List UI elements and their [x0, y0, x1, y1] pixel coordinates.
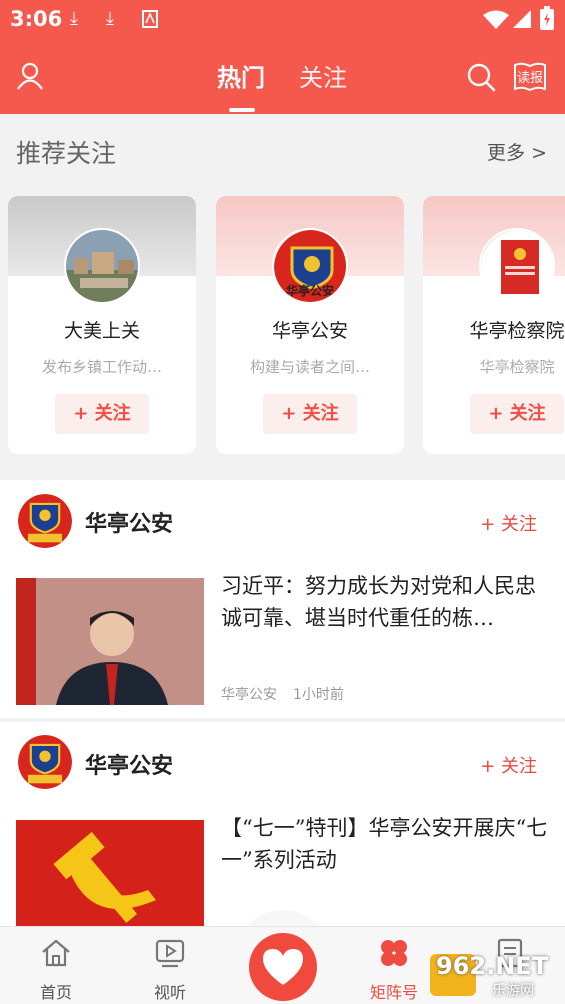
- news-title[interactable]: 【“七一”特刊】华亭公安开展庆“七一”系列活动: [221, 812, 556, 876]
- feed-item[interactable]: 华亭公安 + 关注 【“七一”特刊】华亭公安开展庆“七一”系列活动: [0, 722, 565, 926]
- status-bar: 3:06 ⤓ ⤓: [0, 0, 565, 40]
- download-icon: ⤓: [106, 8, 114, 29]
- search-icon[interactable]: [466, 62, 496, 92]
- clover-icon: [381, 940, 407, 966]
- top-bar: 3:06 ⤓ ⤓ 热门 关注 读报: [0, 0, 565, 114]
- hammer-sickle-icon: [16, 820, 204, 926]
- home-icon: [42, 939, 70, 967]
- nav-video[interactable]: 视听: [130, 927, 210, 1004]
- user-profile-icon[interactable]: [16, 62, 44, 90]
- tab-follow[interactable]: 关注: [299, 58, 347, 93]
- feed-source-name[interactable]: 华亭公安: [85, 748, 173, 780]
- avatar: [18, 494, 72, 548]
- nav-matrix[interactable]: 矩阵号: [354, 927, 434, 1004]
- app-notification-icon: [142, 10, 158, 28]
- news-meta-time: 1小时前: [293, 687, 344, 703]
- avatar: [479, 228, 555, 304]
- follow-button[interactable]: + 关注: [480, 510, 537, 536]
- wifi-icon: [483, 10, 509, 29]
- badge-text: 华亭公安: [285, 284, 334, 298]
- card-description: 构建与读者之间…: [249, 358, 370, 376]
- nav-home[interactable]: 首页: [16, 927, 96, 1004]
- more-link[interactable]: 更多 >: [487, 138, 547, 165]
- follow-button[interactable]: + 关注: [470, 394, 564, 434]
- police-badge-icon: [18, 735, 72, 789]
- video-icon: [155, 939, 185, 968]
- feed-source-name[interactable]: 华亭公安: [85, 506, 173, 538]
- signal-icon: [513, 10, 531, 28]
- avatar: [18, 735, 72, 789]
- nav-label: 矩阵号: [369, 983, 418, 1002]
- card-name: 华亭公安: [271, 320, 348, 342]
- watermark-text: 962.NET: [436, 952, 549, 980]
- avatar: [64, 228, 140, 304]
- read-newspaper-button[interactable]: 读报: [513, 61, 547, 93]
- card-name: 华亭检察院: [469, 320, 565, 342]
- nav-center-button[interactable]: [249, 933, 317, 1001]
- news-thumbnail[interactable]: [16, 578, 204, 705]
- recommend-card[interactable]: 大美上关 发布乡镇工作动… + 关注: [8, 196, 196, 454]
- watermark: 962.NET 乐游网: [428, 952, 558, 999]
- feed-item[interactable]: 华亭公安 + 关注 习近平：努力成长为对党和人民忠诚可靠、堪当时代重任的栋… 华…: [0, 480, 565, 718]
- news-thumbnail[interactable]: [16, 820, 204, 926]
- avatar: 华亭公安: [272, 228, 348, 304]
- status-time: 3:06: [10, 7, 63, 31]
- card-description: 发布乡镇工作动…: [41, 358, 162, 376]
- news-title[interactable]: 习近平：努力成长为对党和人民忠诚可靠、堪当时代重任的栋…: [221, 570, 556, 634]
- law-book-icon: [481, 230, 553, 302]
- recommend-card[interactable]: 华亭检察院 华亭检察院 + 关注: [423, 196, 565, 454]
- recommend-card[interactable]: 华亭公安 华亭公安 构建与读者之间… + 关注: [216, 196, 404, 454]
- nav-label: 视听: [153, 983, 186, 1002]
- follow-button[interactable]: + 关注: [55, 394, 149, 434]
- police-badge-icon: [18, 494, 72, 548]
- follow-button[interactable]: + 关注: [480, 752, 537, 778]
- tab-hot[interactable]: 热门: [217, 58, 265, 93]
- read-label: 读报: [517, 71, 544, 86]
- card-name: 大美上关: [63, 320, 140, 342]
- download-icon: ⤓: [70, 8, 78, 29]
- active-tab-indicator: [229, 108, 255, 112]
- news-meta-source: 华亭公安: [221, 687, 277, 703]
- follow-button[interactable]: + 关注: [263, 394, 357, 434]
- heart-icon: [263, 949, 303, 985]
- watermark-sub: 乐游网: [492, 983, 534, 999]
- section-title: 推荐关注: [16, 139, 117, 168]
- recommend-section: 推荐关注 更多 > 大美上关 发布乡镇工作动… + 关注 华亭公安 华亭公安 构…: [0, 114, 565, 477]
- card-description: 华亭检察院: [479, 358, 555, 376]
- nav-label: 首页: [39, 983, 72, 1002]
- battery-icon: [540, 6, 554, 30]
